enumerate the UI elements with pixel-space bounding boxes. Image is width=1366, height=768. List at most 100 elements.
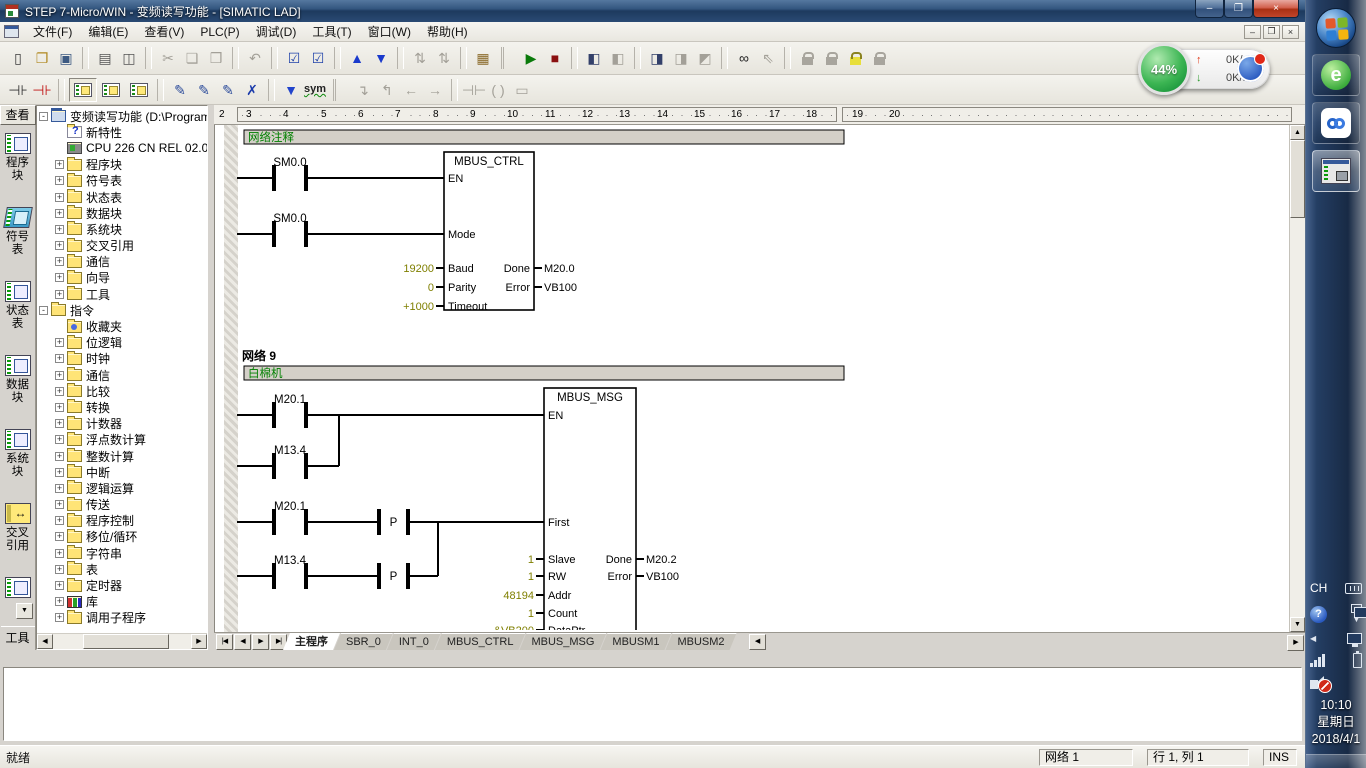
compile-button[interactable]: ☑: [282, 46, 306, 70]
menu-edit[interactable]: 编辑(E): [80, 23, 136, 41]
close-button[interactable]: ×: [1253, 0, 1299, 18]
tree-item[interactable]: +收藏夹: [39, 318, 207, 334]
expand-icon[interactable]: +: [55, 193, 64, 202]
network-tray-icon[interactable]: [1347, 633, 1362, 644]
expand-icon[interactable]: +: [55, 613, 64, 622]
input-value[interactable]: 0: [428, 282, 434, 294]
expand-icon[interactable]: +: [55, 516, 64, 525]
expand-icon[interactable]: +: [55, 290, 64, 299]
document-icon[interactable]: [4, 25, 19, 38]
tree-horizontal-scrollbar[interactable]: ◀ ▶: [37, 633, 207, 649]
open-file-button[interactable]: ❐: [30, 46, 54, 70]
sidebar-item-status-chart[interactable]: 状态表: [0, 273, 36, 347]
copy-network-button[interactable]: ✎: [216, 78, 240, 102]
contact-operand[interactable]: SM0.0: [273, 157, 306, 169]
tab-SBR_0[interactable]: SBR_0: [334, 633, 393, 650]
clear-bookmarks-button[interactable]: [843, 46, 867, 70]
battery-icon[interactable]: [1353, 653, 1362, 668]
sidebar-item-data-block[interactable]: 数据块: [0, 347, 36, 421]
vertical-scrollbar[interactable]: ▲ ▼: [1289, 125, 1305, 632]
expand-icon[interactable]: +: [55, 209, 64, 218]
tree-item[interactable]: +调用子程序: [39, 610, 207, 626]
expand-icon[interactable]: +: [55, 565, 64, 574]
menu-window[interactable]: 窗口(W): [360, 23, 419, 41]
mdi-restore-button[interactable]: ❐: [1263, 25, 1280, 39]
collapse-icon[interactable]: -: [39, 306, 48, 315]
sidebar-item-partial[interactable]: [0, 569, 36, 603]
tree-item[interactable]: +向导: [39, 270, 207, 286]
output-window[interactable]: [3, 667, 1302, 741]
scroll-up-button[interactable]: ▲: [1290, 125, 1305, 140]
tree-item[interactable]: +中断: [39, 464, 207, 480]
tree-item[interactable]: +通信: [39, 367, 207, 383]
sidebar-item-tools[interactable]: 工具: [1, 626, 35, 650]
network-comment-bar[interactable]: [244, 366, 844, 380]
expand-icon[interactable]: +: [55, 581, 64, 590]
expand-icon[interactable]: +: [55, 160, 64, 169]
memory-percent-ball[interactable]: 44%: [1138, 43, 1190, 95]
tree-item[interactable]: +浮点数计算: [39, 432, 207, 448]
edit-network-button[interactable]: ✎: [192, 78, 216, 102]
delete-branch-button[interactable]: ⊣⊦: [30, 78, 54, 102]
restore-button[interactable]: ❐: [1224, 0, 1253, 18]
tree-item[interactable]: +字符串: [39, 545, 207, 561]
download-button[interactable]: ▼: [369, 46, 393, 70]
tab-MBUSM1[interactable]: MBUSM1: [600, 633, 671, 650]
minimize-button[interactable]: –: [1195, 0, 1224, 18]
run-button[interactable]: ▶: [519, 46, 543, 70]
tree-item[interactable]: +库: [39, 594, 207, 610]
tab-MBUS_MSG[interactable]: MBUS_MSG: [519, 633, 606, 650]
contact-operand[interactable]: M13.4: [274, 445, 307, 457]
expand-icon[interactable]: +: [55, 597, 64, 606]
contact-bar[interactable]: [406, 563, 410, 589]
expand-icon[interactable]: +: [55, 241, 64, 250]
new-file-button[interactable]: ▯: [6, 46, 30, 70]
tree-item[interactable]: +比较: [39, 383, 207, 399]
tree-item[interactable]: +通信: [39, 254, 207, 270]
signal-strength-icon[interactable]: [1310, 654, 1325, 667]
scroll-left-button[interactable]: ◀: [37, 634, 53, 649]
expand-icon[interactable]: +: [55, 500, 64, 509]
program-status-button[interactable]: ◧: [582, 46, 606, 70]
tree-item[interactable]: +符号表: [39, 173, 207, 189]
toggle-symbols-button[interactable]: sym: [303, 78, 327, 102]
contact-operand[interactable]: M20.1: [274, 501, 306, 513]
next-pou-button[interactable]: ▶: [252, 634, 269, 650]
print-button[interactable]: ▤: [93, 46, 117, 70]
tree-root-project[interactable]: -变频读写功能 (D:\Program: [39, 108, 207, 124]
view-fbd-button[interactable]: [97, 78, 125, 102]
input-value[interactable]: &VB200: [494, 625, 534, 630]
tree-item[interactable]: +位逻辑: [39, 335, 207, 351]
input-value[interactable]: 19200: [403, 263, 434, 275]
contact-bar[interactable]: [406, 509, 410, 535]
output-operand[interactable]: VB100: [646, 571, 679, 583]
expand-icon[interactable]: +: [55, 338, 64, 347]
scroll-right-button[interactable]: ▶: [191, 634, 207, 649]
tree-item[interactable]: +计数器: [39, 416, 207, 432]
output-operand[interactable]: VB100: [544, 282, 577, 294]
tree-item[interactable]: +逻辑运算: [39, 480, 207, 496]
menu-plc[interactable]: PLC(P): [192, 23, 247, 41]
network-comment-text[interactable]: 白棉机: [248, 366, 283, 380]
view-stl-button[interactable]: [125, 78, 153, 102]
delete-network-button[interactable]: ✗: [240, 78, 264, 102]
accelerator-badge-icon[interactable]: [1237, 55, 1264, 82]
expand-icon[interactable]: +: [55, 354, 64, 363]
expand-icon[interactable]: +: [55, 435, 64, 444]
contact-bar[interactable]: [377, 563, 381, 589]
tab-scroll-right-button[interactable]: ▶: [1287, 635, 1304, 651]
tree-item[interactable]: +工具: [39, 286, 207, 302]
network-comment-text[interactable]: 网络注释: [248, 130, 294, 144]
input-value[interactable]: +1000: [403, 301, 434, 313]
navigation-bar-header[interactable]: 查看: [0, 105, 36, 125]
tree-item[interactable]: +移位/循环: [39, 529, 207, 545]
save-button[interactable]: ▣: [54, 46, 78, 70]
tree-instructions[interactable]: -指令: [39, 302, 207, 318]
input-value[interactable]: 1: [528, 608, 534, 620]
insert-branch-down-button[interactable]: ⊣⊦: [6, 78, 30, 102]
expand-icon[interactable]: +: [55, 225, 64, 234]
tree-item[interactable]: +数据块: [39, 205, 207, 221]
taskbar-netdisk-button[interactable]: [1312, 102, 1360, 144]
tree-item[interactable]: +定时器: [39, 577, 207, 593]
contact-operand[interactable]: M20.1: [274, 394, 306, 406]
